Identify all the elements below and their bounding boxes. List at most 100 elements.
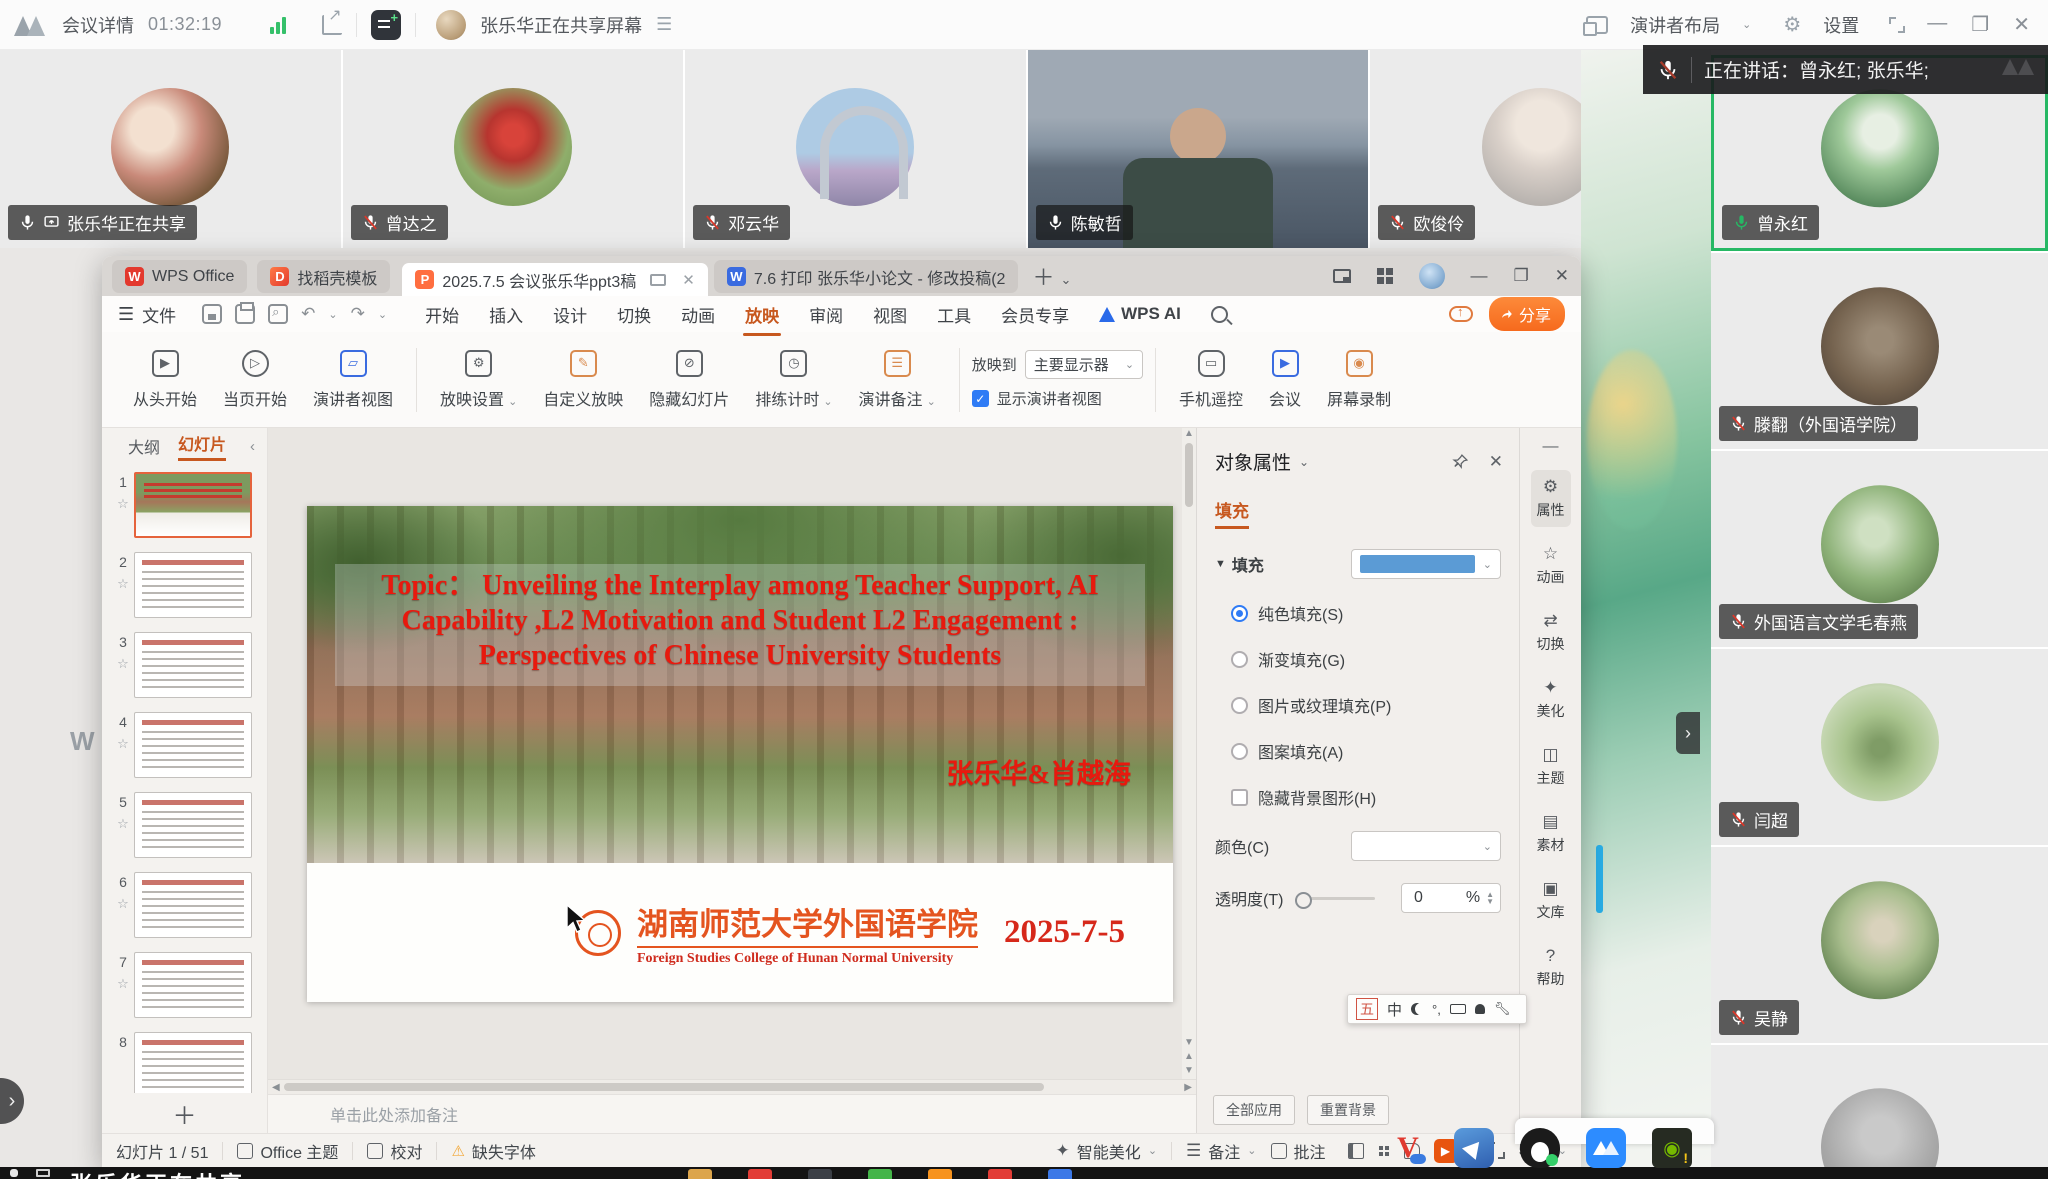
wps-minimize-button[interactable]: — [1471,266,1488,286]
tab-list-caret-icon[interactable]: ⌄ [1060,272,1071,288]
rail-item-library[interactable]: ▣文库 [1531,872,1571,929]
menu-item-start[interactable]: 开始 [423,298,461,331]
fill-tab[interactable]: 填充 [1215,497,1249,529]
print-preview-icon[interactable] [268,304,288,324]
meeting-docs-icon[interactable] [371,10,401,40]
cloud-upload-icon[interactable] [1449,306,1473,322]
settings-button[interactable]: 设置 [1823,12,1859,38]
notes-button[interactable]: ☰备注⌄ [1186,1139,1256,1163]
pip-mode-icon[interactable] [1333,269,1351,283]
share-link-icon[interactable] [322,15,342,35]
ime-toolbar[interactable]: 五 中 °, 🔧︎ [1347,994,1527,1024]
panel-title-caret-icon[interactable]: ⌄ [1299,455,1309,469]
print-icon[interactable] [235,304,255,324]
option-picture-fill[interactable]: 图片或纹理填充(P) [1231,693,1519,717]
tab-word-doc[interactable]: W 7.6 打印 张乐华小论文 - 修改投稿(2 [714,260,1019,293]
rail-item-help[interactable]: ?帮助 [1531,939,1571,996]
menu-item-insert[interactable]: 插入 [487,298,525,331]
remote-app-dock-icon[interactable] [1454,1128,1494,1168]
taskbar-app-icon[interactable] [868,1169,892,1179]
radio-icon[interactable] [1231,697,1248,714]
taskbar-app-icon[interactable] [928,1169,952,1179]
maximize-button[interactable]: ❐ [1971,12,1989,37]
redo-caret-icon[interactable]: ⌄ [378,308,387,321]
thumbnail-row[interactable]: 8 [102,1030,267,1093]
horizontal-scrollbar[interactable]: ◀ ▶ [268,1079,1196,1094]
rail-item-assets[interactable]: ▤素材 [1531,805,1571,862]
speaker-notes-button[interactable]: ☰演讲备注⌄ [846,350,949,410]
meeting-button[interactable]: ▶会议 [1256,350,1314,410]
ime-user-icon[interactable] [1475,1004,1485,1014]
wps-dock-icon[interactable]: V [1388,1128,1428,1168]
theme-button[interactable]: Office 主题 [237,1139,338,1163]
apps-grid-icon[interactable] [1377,268,1393,284]
thumbnail-row[interactable]: 5☆ [102,790,267,870]
rail-item-theme[interactable]: ◫主题 [1531,738,1571,795]
proofing-button[interactable]: 校对 [367,1139,422,1163]
ime-punct-icon[interactable]: °, [1432,1002,1441,1017]
layout-caret-icon[interactable]: ⌄ [1742,18,1751,31]
collapse-group-icon[interactable]: ▼ [1215,558,1226,570]
wps-maximize-button[interactable]: ❐ [1514,266,1529,286]
option-solid-fill[interactable]: 纯色填充(S) [1231,601,1519,625]
tab-slides-active[interactable]: 幻灯片 [178,431,226,461]
save-icon[interactable] [202,304,222,324]
slide-thumbnail[interactable] [134,632,252,698]
comments-button[interactable]: 批注 [1271,1139,1326,1163]
play-from-current-button[interactable]: ▷当页开始 [210,350,300,410]
slide-thumbnail[interactable] [134,872,252,938]
scrollbar-thumb[interactable] [1185,443,1193,507]
transparency-spinner[interactable]: 0 % ▲▼ [1401,883,1501,913]
ime-lang-mode[interactable]: 中 [1387,999,1402,1020]
share-button[interactable]: 分享 [1489,297,1565,331]
panel-expand-arrow[interactable]: › [1676,712,1700,754]
undo-icon[interactable]: ↶ [301,304,315,324]
video-tile[interactable]: 邓云华 [685,50,1026,248]
scrollbar-thumb[interactable] [284,1083,1044,1091]
taskbar-app-icon[interactable] [988,1169,1012,1179]
slide-canvas[interactable]: Topic： Unveiling the Interplay among Tea… [268,428,1196,1079]
taskbar-app-icon[interactable] [808,1169,832,1179]
rail-item-beautify[interactable]: ✦美化 [1531,671,1571,728]
layout-button[interactable]: 演讲者布局 [1630,12,1720,38]
ime-shape-mode[interactable]: 五 [1356,998,1378,1020]
apply-all-button[interactable]: 全部应用 [1213,1095,1295,1125]
radio-icon[interactable] [1231,651,1248,668]
slide-1[interactable]: Topic： Unveiling the Interplay among Tea… [307,506,1173,1002]
undo-caret-icon[interactable]: ⌄ [328,308,337,321]
tab-wps-home[interactable]: W WPS Office [112,260,247,293]
scroll-left-icon[interactable]: ◀ [272,1082,280,1093]
notes-bar[interactable]: 单击此处添加备注 [268,1094,1196,1133]
video-tile[interactable]: 曾达之 [343,50,684,248]
reset-background-button[interactable]: 重置背景 [1307,1095,1389,1125]
missing-font-button[interactable]: ⚠缺失字体 [451,1139,535,1163]
menu-item-view[interactable]: 视图 [871,298,909,331]
minimize-button[interactable]: — [1927,12,1947,37]
slideshow-settings-button[interactable]: ⚙放映设置⌄ [427,350,530,410]
participant-tile[interactable]: 外国语言文学毛春燕 [1711,451,2048,647]
custom-slideshow-button[interactable]: ✎自定义放映 [530,350,636,410]
scroll-up-icon[interactable]: ▲ [1184,428,1194,439]
phone-remote-button[interactable]: ▭手机遥控 [1166,350,1256,410]
meeting-details-button[interactable]: 会议详情 [62,12,134,38]
left-edge-expand-arrow[interactable]: › [0,1078,24,1124]
collapse-panel-button[interactable]: — [1543,438,1559,456]
menu-item-design[interactable]: 设计 [551,298,589,331]
nvidia-dock-icon[interactable]: ◉ [1652,1128,1692,1168]
close-panel-icon[interactable]: ✕ [1489,452,1503,472]
search-icon[interactable] [1211,306,1228,323]
option-hide-background[interactable]: 隐藏背景图形(H) [1231,785,1519,809]
video-tile[interactable]: 张乐华正在共享 [0,50,341,248]
menu-item-review[interactable]: 审阅 [807,298,845,331]
windows-taskbar[interactable]: 张乐华正在共享 [0,1167,2048,1179]
tencent-meeting-dock-icon[interactable] [1586,1128,1626,1168]
menu-item-transition[interactable]: 切换 [615,298,653,331]
sharing-options-icon[interactable]: ☰ [656,14,672,35]
normal-view-icon[interactable] [1348,1143,1364,1159]
option-pattern-fill[interactable]: 图案填充(A) [1231,739,1519,763]
rail-item-animation[interactable]: ☆动画 [1531,537,1571,594]
participant-tile-partial[interactable] [1711,1045,2048,1179]
tab-outline[interactable]: 大纲 [128,434,160,458]
display-target-select[interactable]: 主要显示器⌄ [1025,350,1143,379]
close-tab-icon[interactable]: ✕ [682,271,695,289]
